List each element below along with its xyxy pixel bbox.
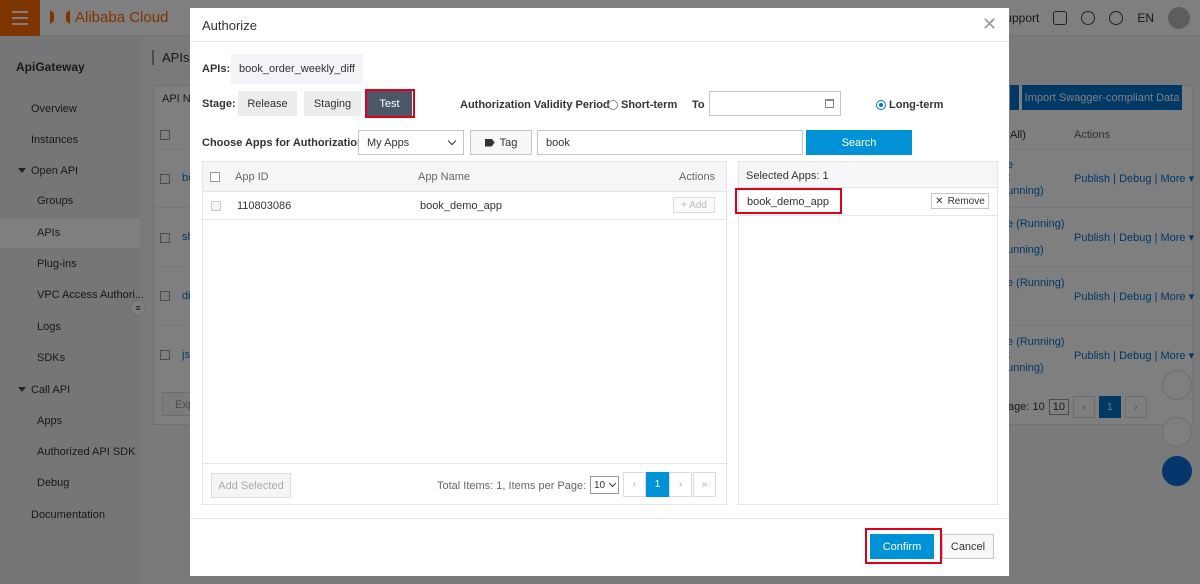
stage-label: Stage:	[202, 98, 236, 110]
panel-footer-divider	[203, 463, 726, 464]
validity-label: Authorization Validity Period:	[460, 99, 614, 111]
highlight-box-test	[365, 89, 415, 118]
tag-icon	[484, 138, 495, 147]
available-apps-panel: App ID App Name Actions 110803086 book_d…	[202, 161, 727, 505]
tag-button[interactable]: Tag	[470, 130, 532, 155]
page-size-select[interactable]: 10	[590, 476, 619, 494]
add-selected-button[interactable]: Add Selected	[211, 473, 291, 498]
dialog-header-divider	[190, 41, 1009, 42]
chevron-down-icon	[608, 479, 617, 488]
long-term-radio[interactable]: Long-term	[876, 99, 943, 111]
apps-table-header: App ID App Name Actions	[203, 162, 726, 192]
chevron-down-icon	[447, 136, 457, 146]
to-label: To	[692, 99, 705, 111]
column-app-id: App ID	[235, 171, 269, 183]
choose-apps-label: Choose Apps for Authorization:	[202, 137, 368, 149]
app-name-cell: book_demo_app	[420, 200, 502, 212]
search-input[interactable]: book	[537, 130, 803, 155]
close-icon: ✕	[935, 195, 944, 207]
app-filter-select[interactable]: My Apps	[358, 130, 464, 155]
cancel-button[interactable]: Cancel	[942, 534, 994, 559]
selected-apps-header: Selected Apps: 1	[739, 162, 997, 188]
column-actions: Actions	[679, 171, 716, 183]
table-row: 110803086 book_demo_app + Add	[203, 192, 726, 220]
search-button[interactable]: Search	[806, 130, 912, 155]
stage-staging-button[interactable]: Staging	[304, 91, 361, 116]
authorize-dialog: Authorize ✕ APIs: book_order_weekly_diff…	[190, 8, 1009, 576]
total-items-text: Total Items: 1, Items per Page: 10	[437, 480, 602, 492]
add-app-button[interactable]: + Add	[673, 197, 715, 213]
app-id-cell: 110803086	[237, 200, 292, 212]
remove-app-button[interactable]: ✕ Remove	[931, 193, 989, 209]
dialog-title: Authorize	[202, 18, 257, 33]
page-1-button[interactable]: 1	[646, 472, 669, 497]
dialog-footer-divider	[190, 518, 1009, 519]
calendar-icon	[825, 99, 834, 108]
row-checkbox[interactable]	[211, 201, 221, 211]
next-page-button[interactable]: ›	[669, 472, 692, 497]
column-app-name: App Name	[418, 171, 470, 183]
stage-release-button[interactable]: Release	[238, 91, 297, 116]
highlight-box-selected-app	[735, 188, 842, 214]
apis-value: book_order_weekly_diff	[231, 54, 363, 84]
last-page-button[interactable]: »	[693, 472, 716, 497]
highlight-box-confirm	[865, 528, 942, 564]
select-all-checkbox[interactable]	[210, 172, 220, 182]
close-icon[interactable]: ✕	[982, 15, 997, 33]
radio-unchecked-icon	[608, 100, 618, 110]
prev-page-button[interactable]: ‹	[623, 472, 646, 497]
radio-checked-icon	[876, 100, 886, 110]
short-term-radio[interactable]: Short-term	[608, 99, 677, 111]
end-date-input[interactable]	[709, 91, 841, 116]
apis-label: APIs:	[202, 63, 231, 75]
